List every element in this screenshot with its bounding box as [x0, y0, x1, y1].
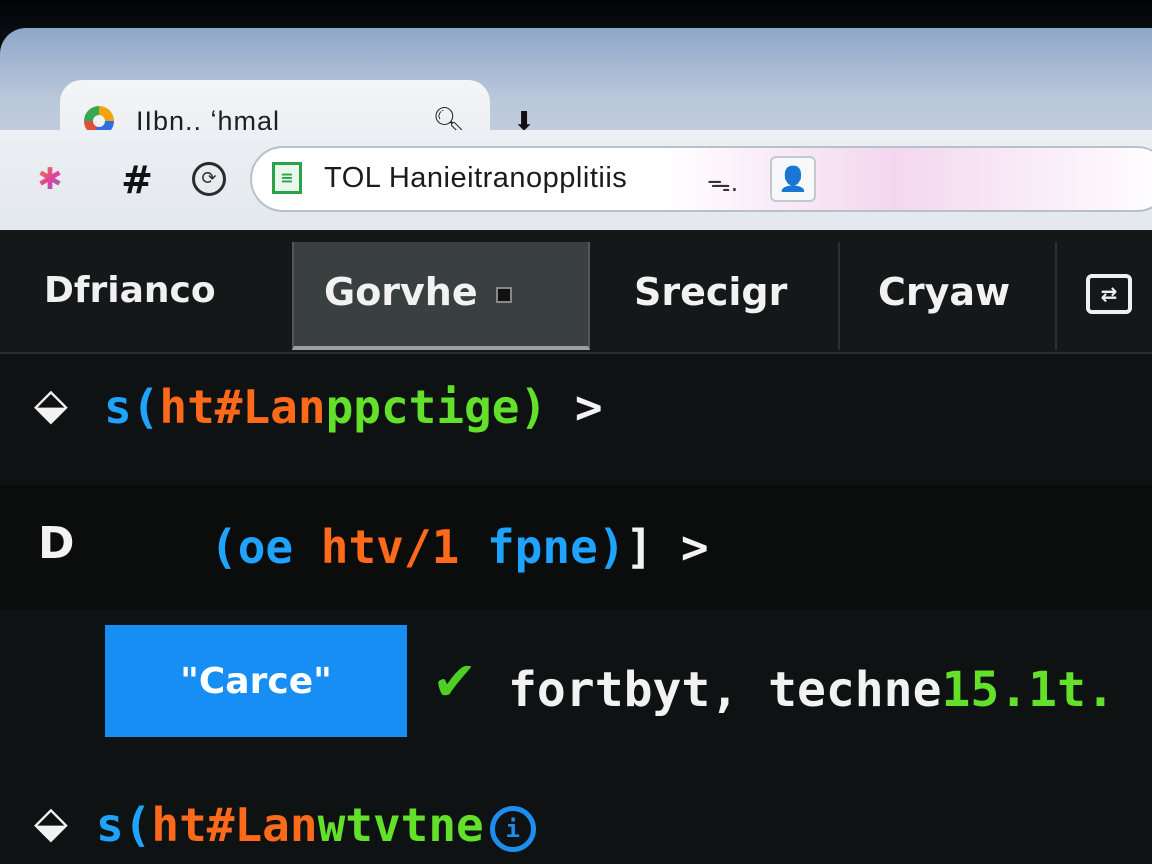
code-token: htv/1	[320, 520, 460, 574]
more-icon[interactable]: ⇄	[1086, 274, 1132, 314]
code-token: ]	[625, 520, 654, 574]
tab-label: Gorvhe	[324, 270, 478, 314]
check-icon: ✔	[432, 650, 478, 713]
tag-icon: ⬙	[34, 379, 68, 430]
code-line-1: s(ht#Lanppctige) >	[104, 380, 1152, 434]
code-token: ht#Lan	[151, 798, 318, 852]
dropdown-icon[interactable]	[495, 286, 512, 303]
app-nav: Dfrianco Gorvhe Srecigr Cryaw ⇄	[0, 230, 1152, 354]
tab-gorvhe[interactable]: Gorvhe	[292, 242, 590, 350]
profile-icon[interactable]: 👤	[770, 156, 816, 202]
key-icon[interactable]: ᯓ.	[707, 166, 738, 199]
tab-label: Cryaw	[878, 270, 1011, 314]
browser-toolbar: ✱ # ⟳ ≡ TOL Hanieitranopplitiis ᯓ. 👤	[0, 130, 1152, 230]
tag-icon: ⬙	[34, 797, 68, 848]
tab-srecigr[interactable]: Srecigr	[604, 242, 834, 350]
code-token: fpne)	[486, 520, 626, 574]
info-icon[interactable]: i	[489, 805, 536, 852]
apps-icon[interactable]: ✱	[30, 160, 70, 200]
nav-divider	[838, 242, 840, 350]
reload-icon[interactable]: ⟳	[192, 162, 226, 196]
code-token: ht#Lan	[159, 380, 326, 434]
code-line-2: (oe htv/1 fpne)] >	[210, 520, 1152, 574]
app-area: Dfrianco Gorvhe Srecigr Cryaw ⇄ ⬙ s(ht#L…	[0, 230, 1152, 864]
code-token: >	[574, 380, 603, 434]
code-token: (oe	[210, 520, 294, 574]
screen: IIbn.. ʻhmal 🔍︎ ⬇︎ ✱ # ⟳ ≡ TOL Hanieitra…	[0, 0, 1152, 864]
code-line-4: s(ht#Lanwtvtne i	[96, 798, 1152, 852]
code-token: wtvtne	[317, 798, 484, 852]
grid-icon[interactable]: #	[114, 160, 160, 200]
app-brand: Dfrianco	[44, 270, 216, 311]
site-info-icon[interactable]: ≡	[272, 162, 302, 194]
status-line: fortbyt, techne15.1t.	[508, 662, 1115, 718]
code-token: ppctige	[325, 380, 520, 434]
cancel-button[interactable]: "Carce"	[105, 625, 407, 737]
address-text[interactable]: TOL Hanieitranopplitiis	[324, 162, 627, 195]
status-value: 15.1t.	[941, 662, 1115, 718]
code-token: >	[680, 520, 709, 574]
tab-cryaw[interactable]: Cryaw	[848, 242, 1053, 350]
code-token: s(	[104, 380, 160, 434]
row-label: D	[38, 518, 75, 569]
status-text: fortbyt, techne	[508, 662, 942, 718]
code-token: )	[519, 380, 548, 434]
code-token: s(	[96, 798, 152, 852]
tab-label: Srecigr	[634, 270, 788, 314]
address-bar[interactable]: ≡ TOL Hanieitranopplitiis ᯓ. 👤	[250, 146, 1152, 212]
nav-divider	[1055, 242, 1057, 350]
